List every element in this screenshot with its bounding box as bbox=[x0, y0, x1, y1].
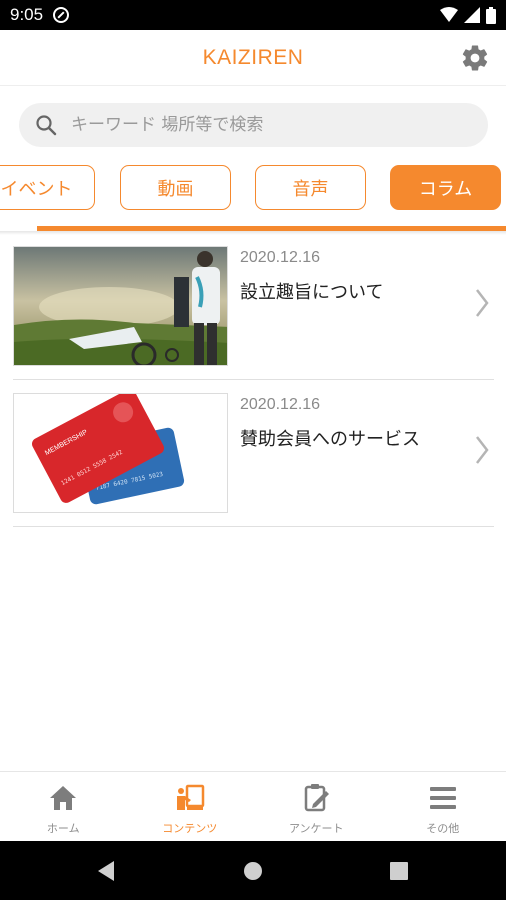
chevron-right-icon bbox=[476, 436, 489, 464]
menu-icon bbox=[429, 787, 456, 809]
article-date: 2020.12.16 bbox=[240, 396, 321, 413]
tabs-divider bbox=[0, 231, 506, 235]
article-thumbnail bbox=[13, 246, 228, 366]
contents-icon bbox=[176, 784, 204, 810]
article-title: 設立趣旨について bbox=[240, 282, 384, 303]
app-title: KAIZIREN bbox=[202, 45, 304, 69]
status-time: 9:05 bbox=[10, 5, 44, 24]
wheelchair-photo bbox=[14, 247, 227, 365]
article-date: 2020.12.16 bbox=[240, 249, 321, 266]
gear-icon[interactable] bbox=[460, 43, 490, 73]
wifi-icon bbox=[440, 7, 458, 22]
tab-event[interactable]: イベント bbox=[0, 165, 95, 210]
home-icon bbox=[50, 786, 77, 810]
signal-icon bbox=[464, 7, 480, 23]
list-item[interactable]: 2020.12.16 設立趣旨について bbox=[13, 246, 494, 380]
battery-icon bbox=[486, 6, 496, 24]
nav-contents[interactable]: コンテンツ bbox=[127, 772, 254, 841]
app-header: KAIZIREN bbox=[0, 30, 506, 86]
tab-label: 音声 bbox=[292, 178, 329, 200]
status-bar: 9:05 bbox=[0, 0, 506, 30]
survey-icon bbox=[305, 784, 330, 812]
search-icon bbox=[36, 115, 57, 136]
bottom-nav: ホーム コンテンツ アンケート その他 bbox=[0, 771, 506, 841]
screen: 9:05 KAIZIREN イベント 動画 音声 bbox=[0, 0, 506, 900]
chevron-right-icon bbox=[476, 289, 489, 317]
article-thumbnail: 7187 6420 7815 5023 MEMBERSHIP 1241 0512… bbox=[13, 393, 228, 513]
tab-label: 動画 bbox=[157, 178, 194, 200]
recents-icon[interactable] bbox=[390, 862, 408, 880]
article-title: 賛助会員へのサービス bbox=[240, 429, 420, 450]
search-input[interactable] bbox=[71, 115, 471, 135]
system-nav-bar bbox=[0, 841, 506, 900]
tab-audio[interactable]: 音声 bbox=[255, 165, 366, 210]
do-not-disturb-icon bbox=[53, 7, 70, 23]
category-tabs: イベント 動画 音声 コラム bbox=[0, 165, 506, 211]
list-item[interactable]: 7187 6420 7815 5023 MEMBERSHIP 1241 0512… bbox=[13, 393, 494, 527]
search-bar[interactable] bbox=[19, 103, 488, 147]
status-icons bbox=[440, 6, 496, 24]
nav-label: ホーム bbox=[46, 822, 80, 835]
tab-column[interactable]: コラム bbox=[390, 165, 501, 210]
nav-label: コンテンツ bbox=[162, 822, 218, 835]
tab-label: コラム bbox=[418, 178, 473, 200]
membership-cards-image: 7187 6420 7815 5023 MEMBERSHIP 1241 0512… bbox=[14, 394, 227, 512]
nav-other[interactable]: その他 bbox=[380, 772, 506, 841]
nav-survey[interactable]: アンケート bbox=[253, 772, 380, 841]
tab-video[interactable]: 動画 bbox=[120, 165, 231, 210]
tab-label: イベント bbox=[0, 178, 73, 200]
nav-label: その他 bbox=[426, 822, 460, 835]
home-button-icon[interactable] bbox=[243, 861, 263, 881]
nav-label: アンケート bbox=[288, 822, 344, 835]
nav-home[interactable]: ホーム bbox=[0, 772, 127, 841]
back-icon[interactable] bbox=[96, 860, 116, 882]
